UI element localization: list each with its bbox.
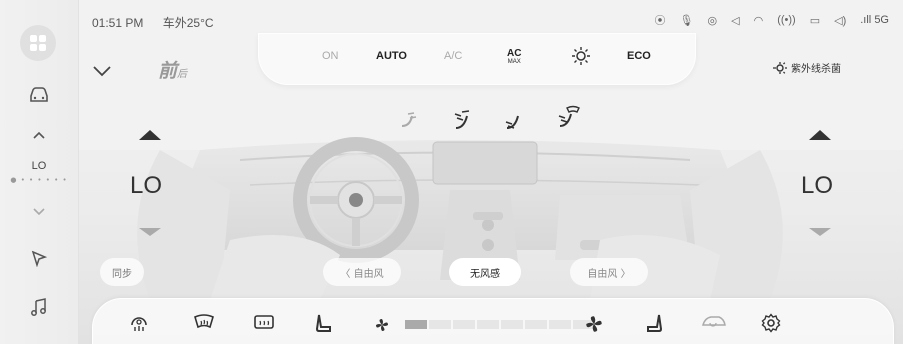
settings-icon[interactable] xyxy=(761,313,781,337)
eco-button[interactable]: ECO xyxy=(627,50,651,62)
signal-strength: .ıll 5G xyxy=(860,14,889,26)
car-icon[interactable] xyxy=(0,86,78,104)
fan-high-icon[interactable] xyxy=(585,315,603,337)
seat-heat-right-icon[interactable] xyxy=(645,313,663,339)
no-wind-button[interactable]: 无风感 xyxy=(449,258,521,286)
ac-max-sub: MAX xyxy=(507,59,521,65)
left-temp-up-icon[interactable] xyxy=(139,130,161,140)
status-bar: 01:51 PM 车外25°C xyxy=(92,14,230,31)
rail-temp-slider[interactable]: ● • • • • • • xyxy=(0,176,78,184)
uv-icon xyxy=(773,61,787,74)
power-on-button[interactable]: ON xyxy=(322,50,339,62)
navigation-icon[interactable] xyxy=(0,249,78,267)
uv-sterilize-button[interactable]: 紫外线杀菌 xyxy=(771,60,841,75)
outside-temp: 车外25°C xyxy=(162,16,214,30)
feet-windshield-airflow-icon[interactable] xyxy=(556,104,582,134)
climate-screen: LO ● • • • • • • 01:51 PM 车外25°C ⦿ 🎙︎ ◎ … xyxy=(0,0,903,344)
right-temp-up-icon[interactable] xyxy=(809,130,831,140)
fan-segment xyxy=(405,320,427,329)
fan-segment xyxy=(477,320,499,329)
fan-segment xyxy=(453,320,475,329)
left-zone-temp: LO xyxy=(130,172,163,199)
screen-icon: ▭ xyxy=(809,14,821,27)
chevron-left-icon: 〈 xyxy=(340,268,354,280)
fan-segment xyxy=(429,320,451,329)
fan-segment xyxy=(501,320,523,329)
right-free-wind-button[interactable]: 自由风 〉 xyxy=(570,258,648,286)
temp-down-icon[interactable] xyxy=(0,207,78,217)
rail-temp-value: LO xyxy=(31,160,47,172)
auto-button[interactable]: AUTO xyxy=(376,50,407,62)
hotspot-icon: ((•)) xyxy=(777,14,796,26)
location-pin-icon: ◎ xyxy=(707,14,718,27)
chevron-right-icon: 〉 xyxy=(617,268,631,280)
left-rail: LO ● • • • • • • xyxy=(0,0,79,344)
left-free-wind-button[interactable]: 〈 自由风 xyxy=(323,258,401,286)
steering-wheel-heat-icon[interactable] xyxy=(129,313,149,337)
fan-level-bar[interactable] xyxy=(405,320,595,329)
fan-segment xyxy=(549,320,571,329)
right-zone-temp: LO xyxy=(801,172,834,199)
fan-segment xyxy=(525,320,547,329)
fan-low-icon[interactable] xyxy=(375,317,389,336)
rear-zone-label[interactable]: 后 xyxy=(177,69,187,80)
seat-heat-left-icon[interactable] xyxy=(315,313,333,339)
music-icon[interactable] xyxy=(0,297,78,317)
face-airflow-icon[interactable] xyxy=(398,108,420,134)
uv-label: 紫外线杀菌 xyxy=(791,64,841,75)
temp-up-icon[interactable] xyxy=(0,130,78,140)
rear-defrost-icon[interactable] xyxy=(253,313,275,337)
face-feet-airflow-icon[interactable] xyxy=(452,108,476,136)
sun-icon[interactable] xyxy=(571,46,591,69)
left-free-wind-label: 自由风 xyxy=(353,268,384,280)
mic-icon: 🎙︎ xyxy=(679,14,694,27)
mode-control-bar: ON AUTO A/C AC MAX ECO xyxy=(258,33,696,85)
left-temp-down-icon[interactable] xyxy=(139,228,161,236)
sync-button[interactable]: 同步 xyxy=(100,258,144,286)
collapse-chevron-icon[interactable] xyxy=(92,62,112,81)
right-temp-down-icon[interactable] xyxy=(809,228,831,236)
vibrate-icon: ⦿ xyxy=(654,15,666,27)
feet-airflow-icon[interactable] xyxy=(503,108,527,136)
right-free-wind-label: 自由风 xyxy=(587,268,618,280)
front-zone-label[interactable]: 前 xyxy=(158,60,177,82)
zone-selector[interactable]: 前后 xyxy=(158,56,187,83)
ac-max-button[interactable]: AC MAX xyxy=(507,49,521,67)
car-recirculation-icon[interactable] xyxy=(701,313,727,335)
volume-icon: ◁) xyxy=(834,14,847,27)
bottom-dock xyxy=(92,298,894,344)
navigation-icon: ◁ xyxy=(731,14,740,27)
app-grid-icon[interactable] xyxy=(20,25,56,61)
status-icons: ⦿ 🎙︎ ◎ ◁ ◠ ((•)) ▭ ◁) .ıll 5G xyxy=(655,12,889,28)
wifi-icon: ◠ xyxy=(753,14,764,27)
ac-button[interactable]: A/C xyxy=(444,50,462,62)
network-type: 5G xyxy=(874,14,889,26)
clock: 01:51 PM xyxy=(92,16,144,30)
front-defrost-icon[interactable] xyxy=(193,313,215,337)
